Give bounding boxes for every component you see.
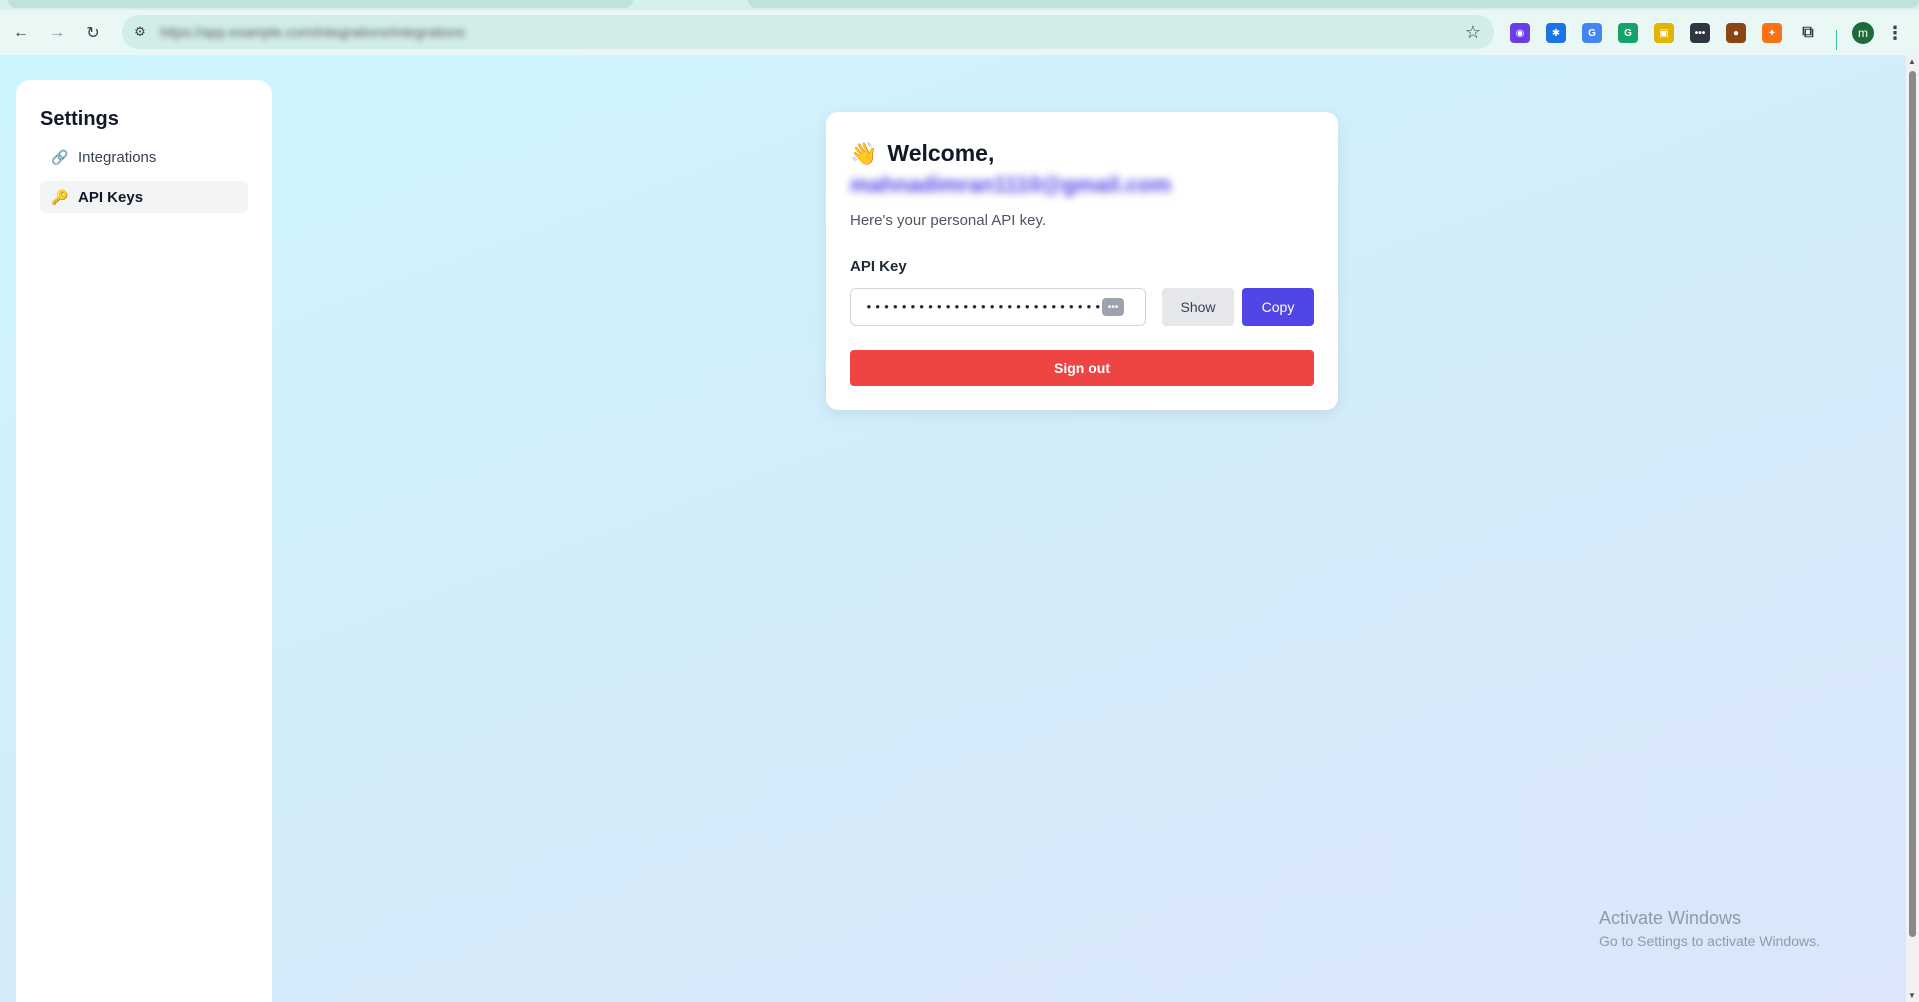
grammarly-icon[interactable]: G (1618, 23, 1638, 43)
fire-extension-icon[interactable]: ✦ (1762, 23, 1782, 43)
user-email: mahnadimran1110@gmail.com (850, 172, 1172, 197)
page-scrollbar[interactable]: ▲ ▼ (1906, 55, 1919, 1002)
browser-tab[interactable] (748, 0, 1919, 8)
forward-button[interactable]: → (44, 20, 70, 46)
profile-avatar[interactable]: m (1852, 22, 1874, 44)
translate-icon[interactable]: G (1582, 23, 1602, 43)
url-text[interactable]: https://app.example.com/integrations/int… (160, 24, 465, 40)
back-button[interactable]: ← (8, 20, 34, 46)
sidebar-item-api-keys[interactable]: 🔑 API Keys (40, 181, 248, 213)
browser-tab[interactable] (8, 0, 633, 8)
settings-sidebar: Settings 🔗 Integrations 🔑 API Keys (16, 80, 272, 1002)
bookmark-star-icon[interactable]: ☆ (1462, 21, 1484, 43)
windows-activation-watermark: Activate Windows Go to Settings to activ… (1599, 908, 1820, 949)
scroll-up-icon[interactable]: ▲ (1908, 57, 1916, 66)
show-key-button[interactable]: Show (1162, 288, 1234, 326)
ad-extension-icon[interactable]: ▣ (1654, 23, 1674, 43)
watermark-line-1: Activate Windows (1599, 908, 1742, 928)
api-key-label: API Key (850, 258, 907, 275)
extensions-puzzle-icon[interactable]: ⧉ (1798, 23, 1818, 43)
extension-gear-icon[interactable]: ✱ (1546, 23, 1566, 43)
key-icon: 🔑 (51, 188, 69, 205)
scrollbar-thumb[interactable] (1909, 71, 1916, 937)
welcome-heading: 👋 Welcome, (850, 140, 994, 167)
address-bar[interactable]: ⚙ https://app.example.com/integrations/i… (122, 15, 1494, 49)
browser-menu-icon[interactable]: ⋮ (1886, 22, 1904, 44)
card-subtitle: Here's your personal API key. (850, 212, 1047, 229)
sign-out-button[interactable]: Sign out (850, 350, 1314, 386)
welcome-text: Welcome, (887, 140, 995, 166)
reload-button[interactable]: ↻ (80, 20, 106, 46)
tab-strip (0, 0, 1919, 10)
sidebar-item-label: Integrations (78, 148, 157, 166)
link-icon: 🔗 (51, 148, 69, 165)
copy-key-button[interactable]: Copy (1242, 288, 1314, 326)
site-info-icon[interactable]: ⚙ (130, 22, 150, 42)
cookie-icon[interactable]: ● (1726, 23, 1746, 43)
api-key-card: 👋 Welcome, mahnadimran1110@gmail.com Her… (826, 112, 1338, 410)
browser-toolbar: ← → ↻ ⚙ https://app.example.com/integrat… (0, 10, 1919, 55)
waving-hand-icon: 👋 (850, 140, 878, 166)
color-picker-icon[interactable]: ◉ (1510, 23, 1530, 43)
sidebar-title: Settings (40, 108, 119, 130)
sidebar-item-label: API Keys (78, 188, 144, 206)
password-manager-field-icon[interactable]: ••• (1102, 298, 1124, 316)
watermark-line-2: Go to Settings to activate Windows. (1599, 933, 1820, 949)
password-manager-icon[interactable]: ••• (1690, 23, 1710, 43)
toolbar-divider (1836, 30, 1837, 50)
sidebar-item-integrations[interactable]: 🔗 Integrations (40, 141, 248, 173)
scroll-down-icon[interactable]: ▼ (1908, 991, 1916, 1000)
page-content: Settings 🔗 Integrations 🔑 API Keys 👋 Wel… (0, 55, 1906, 1002)
